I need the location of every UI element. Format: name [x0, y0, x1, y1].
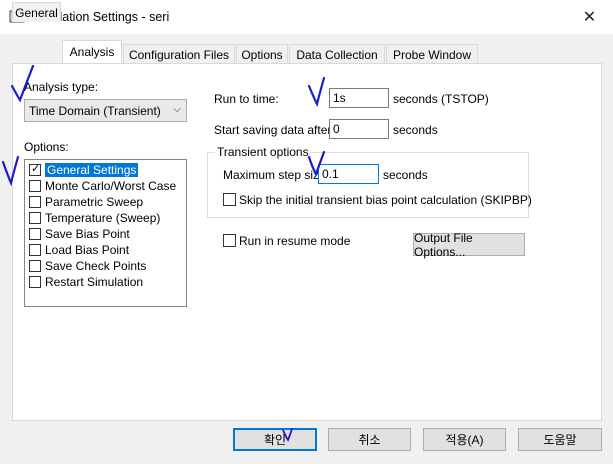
annotation-check-mark — [307, 76, 326, 108]
tab-analysis[interactable]: Analysis — [62, 40, 122, 63]
annotation-check-mark — [10, 64, 35, 103]
annotation-check-mark — [282, 428, 293, 442]
annotation-check-mark — [1, 155, 20, 187]
annotation-check-mark — [307, 150, 326, 177]
handwritten-checkmarks — [1, 64, 326, 442]
